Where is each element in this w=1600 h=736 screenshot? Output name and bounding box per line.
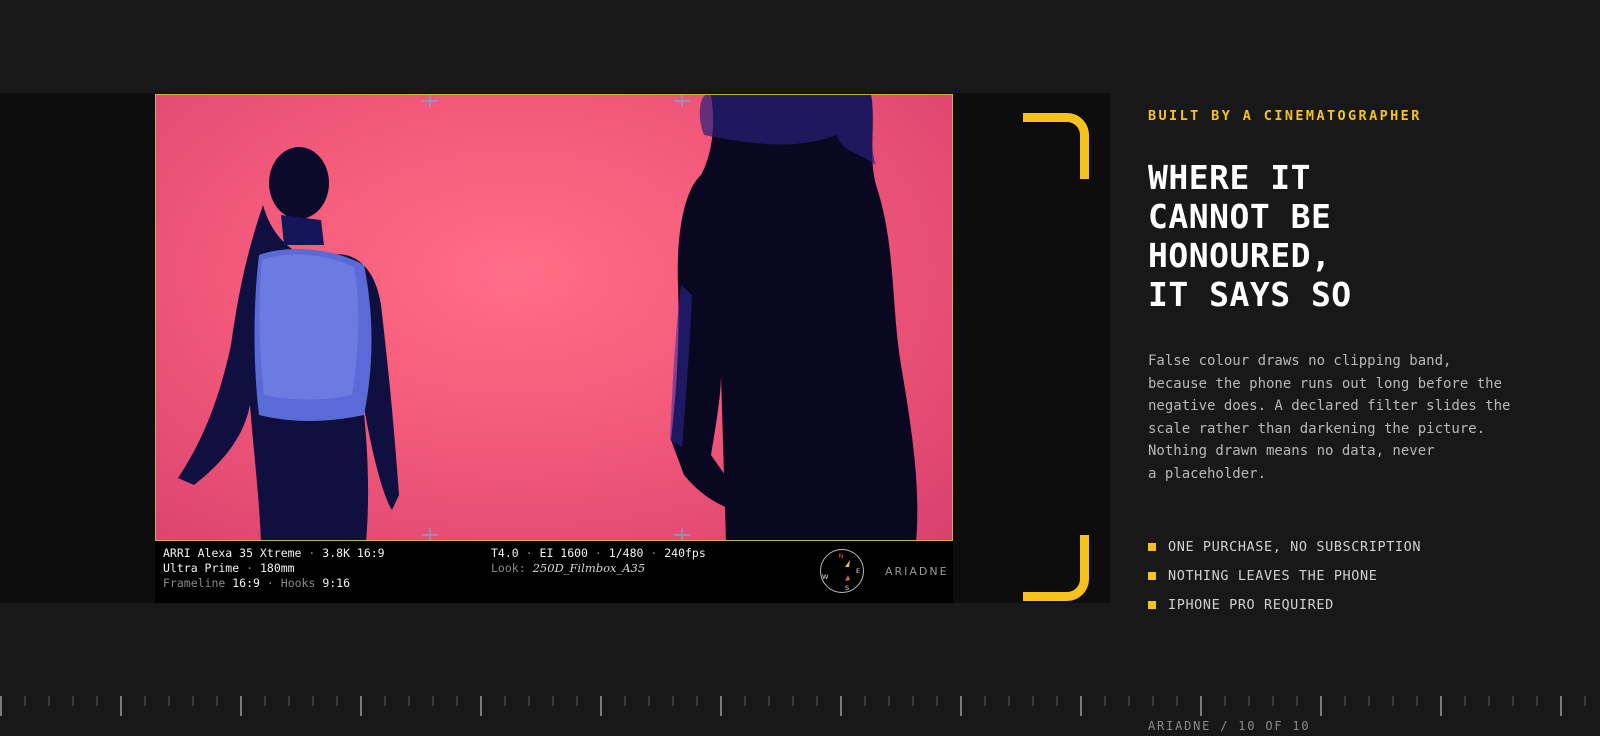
- body-paragraph: False colour draws no clipping band, bec…: [1148, 350, 1568, 485]
- timeline-ruler[interactable]: [0, 690, 1600, 720]
- exposure-index: EI 1600: [539, 546, 588, 560]
- look-label: Look:: [491, 561, 526, 575]
- body-line: a placeholder.: [1148, 465, 1267, 482]
- section-eyebrow: BUILT BY A CINEMATOGRAPHER: [1148, 108, 1422, 124]
- page-counter: ARIADNE / 10 OF 10: [1148, 719, 1311, 733]
- feature-list: ONE PURCHASE, NO SUBSCRIPTION NOTHING LE…: [1148, 532, 1421, 619]
- headline-line: CANNOT BE: [1148, 197, 1332, 236]
- lens-name: Ultra Prime: [163, 561, 240, 575]
- frameline-hooks: [422, 95, 690, 540]
- bullet-square-icon: [1148, 571, 1156, 580]
- headline-line: IT SAYS SO: [1148, 275, 1352, 314]
- frameline-value: 16:9: [232, 576, 260, 590]
- t-stop: T4.0: [491, 546, 519, 560]
- bullet-square-icon: [1148, 542, 1156, 551]
- page-headline: WHERE IT CANNOT BE HONOURED, IT SAYS SO: [1148, 158, 1352, 314]
- compass-north: N: [839, 552, 844, 560]
- ariadne-logo: ARIADNE: [885, 565, 949, 578]
- camera-info-bar: ARRI Alexa 35 Xtreme · 3.8K 16:9 Ultra P…: [155, 541, 953, 603]
- body-line: negative does. A declared filter slides …: [1148, 398, 1511, 414]
- feature-item: NOTHING LEAVES THE PHONE: [1148, 561, 1421, 590]
- silhouette-scene: [178, 95, 918, 540]
- separator: ·: [594, 546, 602, 560]
- shutter-speed: 1/480: [608, 546, 644, 560]
- bullet-square-icon: [1148, 600, 1156, 609]
- body-line: False colour draws no clipping band,: [1148, 353, 1452, 369]
- compass-south: S: [845, 584, 849, 592]
- separator: ·: [308, 546, 316, 560]
- feature-label: NOTHING LEAVES THE PHONE: [1168, 567, 1378, 584]
- body-line: because the phone runs out long before t…: [1148, 375, 1503, 392]
- headline-line: WHERE IT: [1148, 158, 1311, 197]
- frameline-label: Frameline: [163, 576, 226, 590]
- camera-model: ARRI Alexa 35 Xtreme: [163, 546, 302, 560]
- separator: ·: [525, 546, 533, 560]
- feature-item: ONE PURCHASE, NO SUBSCRIPTION: [1148, 532, 1421, 561]
- body-line: scale rather than darkening the picture.: [1148, 420, 1486, 437]
- separator: ·: [266, 576, 274, 590]
- feature-label: ONE PURCHASE, NO SUBSCRIPTION: [1168, 538, 1422, 555]
- feature-label: IPHONE PRO REQUIRED: [1168, 596, 1334, 613]
- headline-line: HONOURED,: [1148, 236, 1332, 275]
- corner-bracket-icon: [1023, 113, 1089, 179]
- compass-west: W: [822, 573, 829, 581]
- compass-east: E: [856, 567, 860, 575]
- body-line: Nothing drawn means no data, never: [1148, 443, 1435, 459]
- separator: ·: [246, 561, 254, 575]
- camera-info-right: T4.0 · EI 1600 · 1/480 · 240fps Look: 25…: [491, 546, 706, 576]
- feature-item: IPHONE PRO REQUIRED: [1148, 590, 1421, 619]
- frame-rate: 240fps: [664, 546, 706, 560]
- viewfinder-image: [155, 94, 953, 541]
- separator: ·: [650, 546, 658, 560]
- compass-icon: N E S W: [820, 549, 864, 593]
- focal-length: 180mm: [259, 561, 295, 575]
- woman-silhouette: [670, 95, 918, 540]
- corner-bracket-icon: [1023, 535, 1089, 601]
- hooks-label: Hooks: [280, 576, 316, 590]
- man-silhouette: [178, 147, 399, 540]
- look-value: 250D_Filmbox_A35: [532, 561, 646, 575]
- camera-resolution: 3.8K 16:9: [322, 546, 385, 560]
- camera-info-left: ARRI Alexa 35 Xtreme · 3.8K 16:9 Ultra P…: [163, 546, 385, 591]
- hooks-value: 9:16: [322, 576, 351, 590]
